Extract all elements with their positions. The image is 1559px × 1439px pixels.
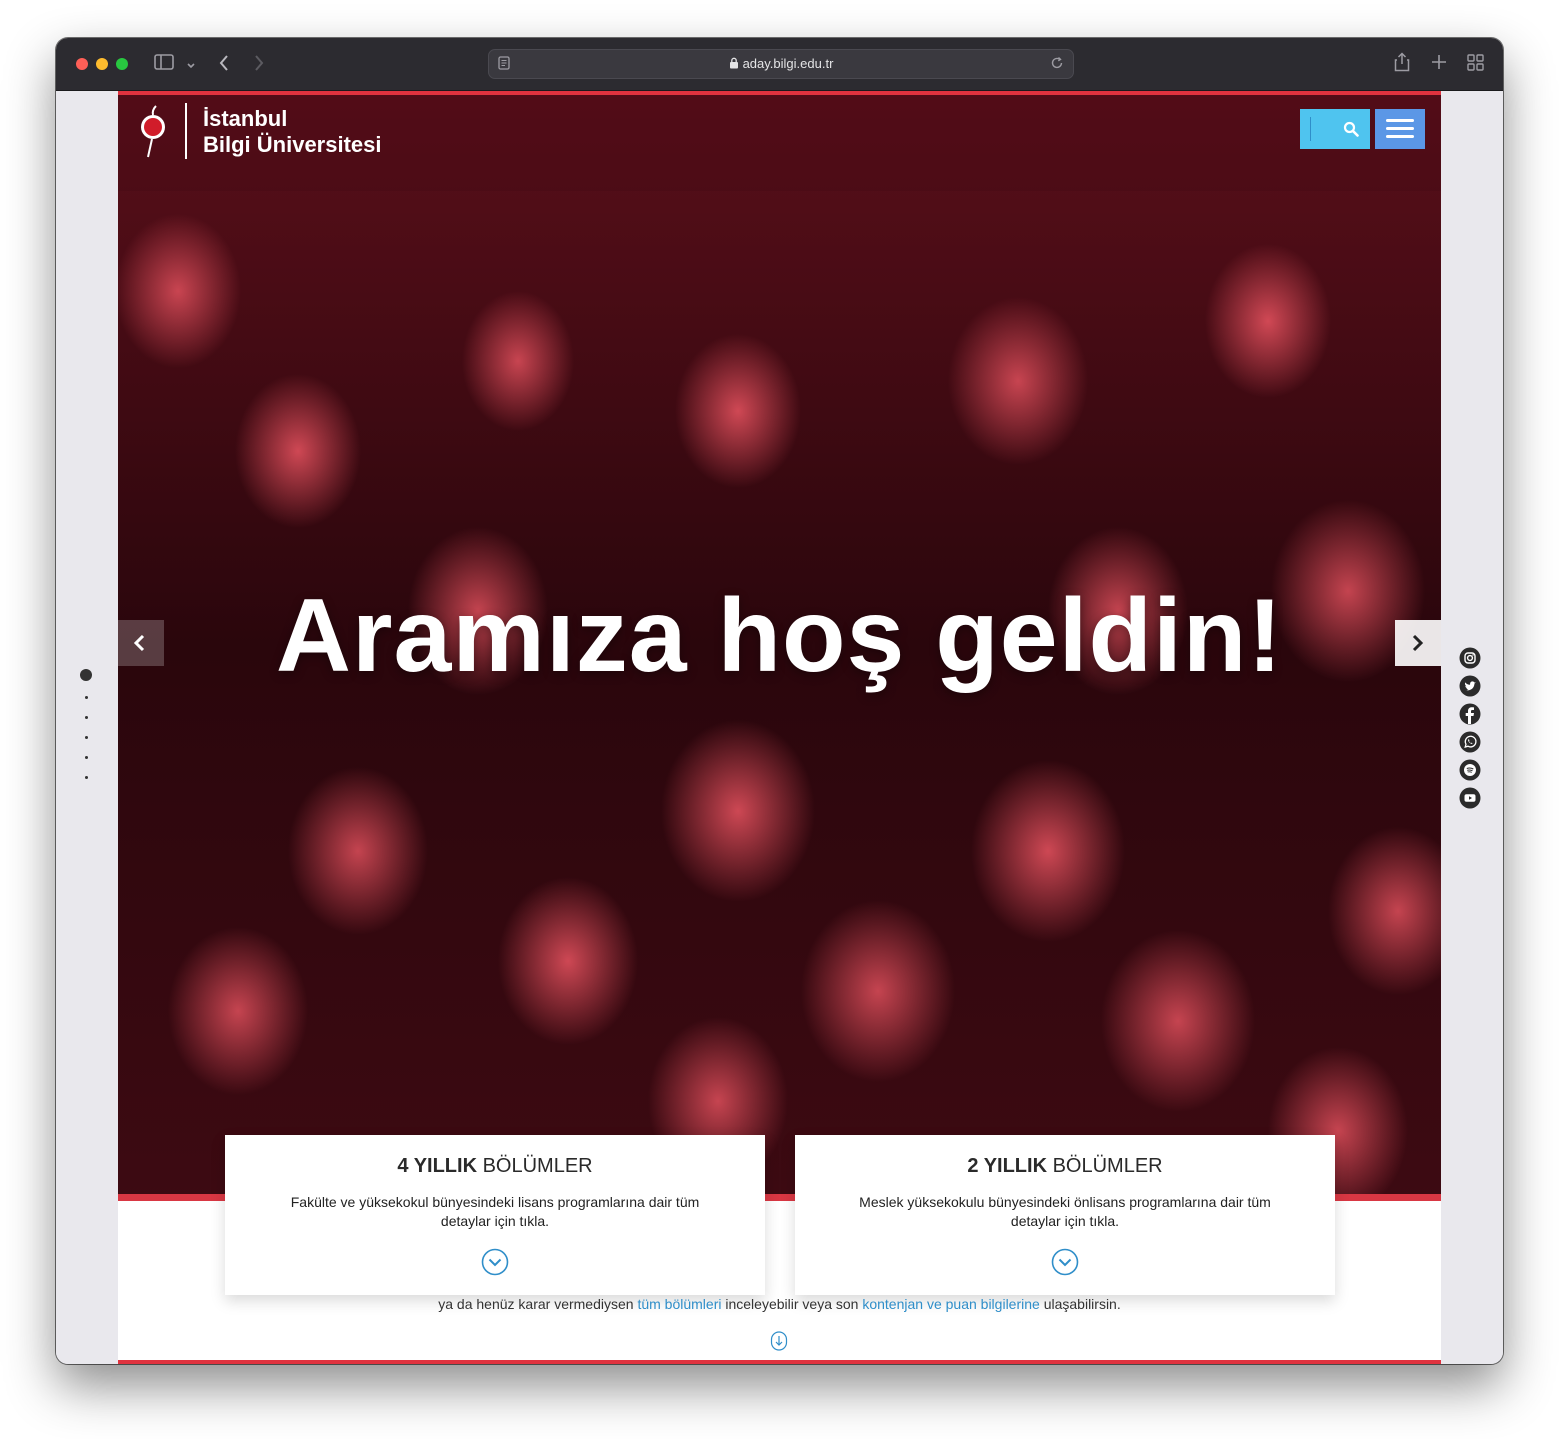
pagination-dot[interactable] <box>85 716 88 719</box>
forward-icon[interactable] <box>253 54 265 76</box>
card-title: 2 YILLIK BÖLÜMLER <box>795 1155 1335 1178</box>
reload-icon[interactable] <box>1050 56 1064 75</box>
new-tab-icon[interactable] <box>1431 54 1447 74</box>
share-icon[interactable] <box>1394 52 1410 76</box>
card-description: Meslek yüksekokulu bünyesindeki önlisans… <box>859 1194 1271 1229</box>
zoom-window-button[interactable] <box>116 58 128 70</box>
address-bar[interactable]: aday.bilgi.edu.tr <box>488 49 1074 79</box>
menu-bar-icon <box>1386 127 1414 130</box>
section-pagination <box>80 669 94 789</box>
browser-window: aday.bilgi.edu.tr İstanbul Bilgi Ünivers… <box>56 38 1503 1364</box>
url-text: aday.bilgi.edu.tr <box>742 56 834 71</box>
info-text-part: ya da henüz karar vermediysen <box>438 1296 638 1312</box>
pagination-dot-active[interactable] <box>80 669 92 681</box>
card-title-rest: BÖLÜMLER <box>477 1155 593 1177</box>
slider-prev-button[interactable] <box>118 620 164 666</box>
logo-text-line1: İstanbul <box>203 106 288 131</box>
social-links <box>1459 647 1483 817</box>
instagram-icon[interactable] <box>1459 647 1481 669</box>
quota-and-scores-link[interactable]: kontenjan ve puan bilgilerine <box>862 1296 1039 1312</box>
search-button[interactable] <box>1300 109 1370 149</box>
two-year-programs-card[interactable]: 2 YILLIK BÖLÜMLER Meslek yüksekokulu bün… <box>795 1135 1335 1295</box>
minimize-window-button[interactable] <box>96 58 108 70</box>
facebook-icon[interactable] <box>1459 703 1481 725</box>
chevron-down-icon[interactable] <box>186 55 196 75</box>
pagination-dot[interactable] <box>85 736 88 739</box>
university-logo[interactable]: İstanbul Bilgi Üniversitesi <box>138 103 398 163</box>
card-title: 4 YILLIK BÖLÜMLER <box>225 1155 765 1178</box>
close-window-button[interactable] <box>76 58 88 70</box>
menu-bar-icon <box>1386 119 1414 122</box>
bottom-accent-line <box>118 1360 1441 1364</box>
whatsapp-icon[interactable] <box>1459 731 1481 753</box>
pagination-dot[interactable] <box>85 776 88 779</box>
program-info-text: ya da henüz karar vermediysen tüm bölüml… <box>118 1296 1441 1312</box>
spotify-icon[interactable] <box>1459 759 1481 781</box>
page-viewport: İstanbul Bilgi Üniversitesi Aramıza hoş … <box>56 91 1503 1364</box>
logo-mark-icon <box>141 105 165 158</box>
info-text-part: inceleyebilir veya son <box>721 1296 863 1312</box>
back-icon[interactable] <box>218 54 230 76</box>
scroll-down-icon[interactable] <box>770 1331 788 1351</box>
lock-icon <box>729 57 738 69</box>
youtube-icon[interactable] <box>1459 787 1481 809</box>
chevron-right-icon <box>1412 634 1424 652</box>
search-divider <box>1310 117 1311 141</box>
pagination-dot[interactable] <box>85 696 88 699</box>
slider-next-button[interactable] <box>1395 620 1441 666</box>
card-title-bold: 2 YILLIK <box>967 1155 1048 1177</box>
sidebar-toggle-icon[interactable] <box>154 54 174 74</box>
card-title-bold: 4 YILLIK <box>397 1155 478 1177</box>
browser-toolbar: aday.bilgi.edu.tr <box>56 38 1503 91</box>
pagination-dot[interactable] <box>85 756 88 759</box>
card-description: Fakülte ve yüksekokul bünyesindeki lisan… <box>290 1194 700 1229</box>
hamburger-menu-button[interactable] <box>1375 109 1425 149</box>
card-title-rest: BÖLÜMLER <box>1047 1155 1163 1177</box>
hero-banner: İstanbul Bilgi Üniversitesi Aramıza hoş … <box>118 91 1441 1201</box>
url-display: aday.bilgi.edu.tr <box>489 56 1073 71</box>
all-programs-link[interactable]: tüm bölümleri <box>637 1296 721 1312</box>
search-icon <box>1343 121 1359 137</box>
four-year-programs-card[interactable]: 4 YILLIK BÖLÜMLER Fakülte ve yüksekokul … <box>225 1135 765 1295</box>
page-content: İstanbul Bilgi Üniversitesi Aramıza hoş … <box>118 91 1441 1364</box>
logo-divider <box>185 103 187 159</box>
info-text-part: ulaşabilirsin. <box>1039 1296 1121 1312</box>
hero-title: Aramıza hoş geldin! <box>275 578 1284 694</box>
tab-overview-icon[interactable] <box>1467 54 1484 75</box>
chevron-down-circle-icon[interactable] <box>481 1248 509 1276</box>
menu-bar-icon <box>1386 135 1414 138</box>
twitter-icon[interactable] <box>1459 675 1481 697</box>
chevron-down-circle-icon[interactable] <box>1051 1248 1079 1276</box>
chevron-left-icon <box>133 634 145 652</box>
logo-text-line2: Bilgi Üniversitesi <box>203 132 382 157</box>
